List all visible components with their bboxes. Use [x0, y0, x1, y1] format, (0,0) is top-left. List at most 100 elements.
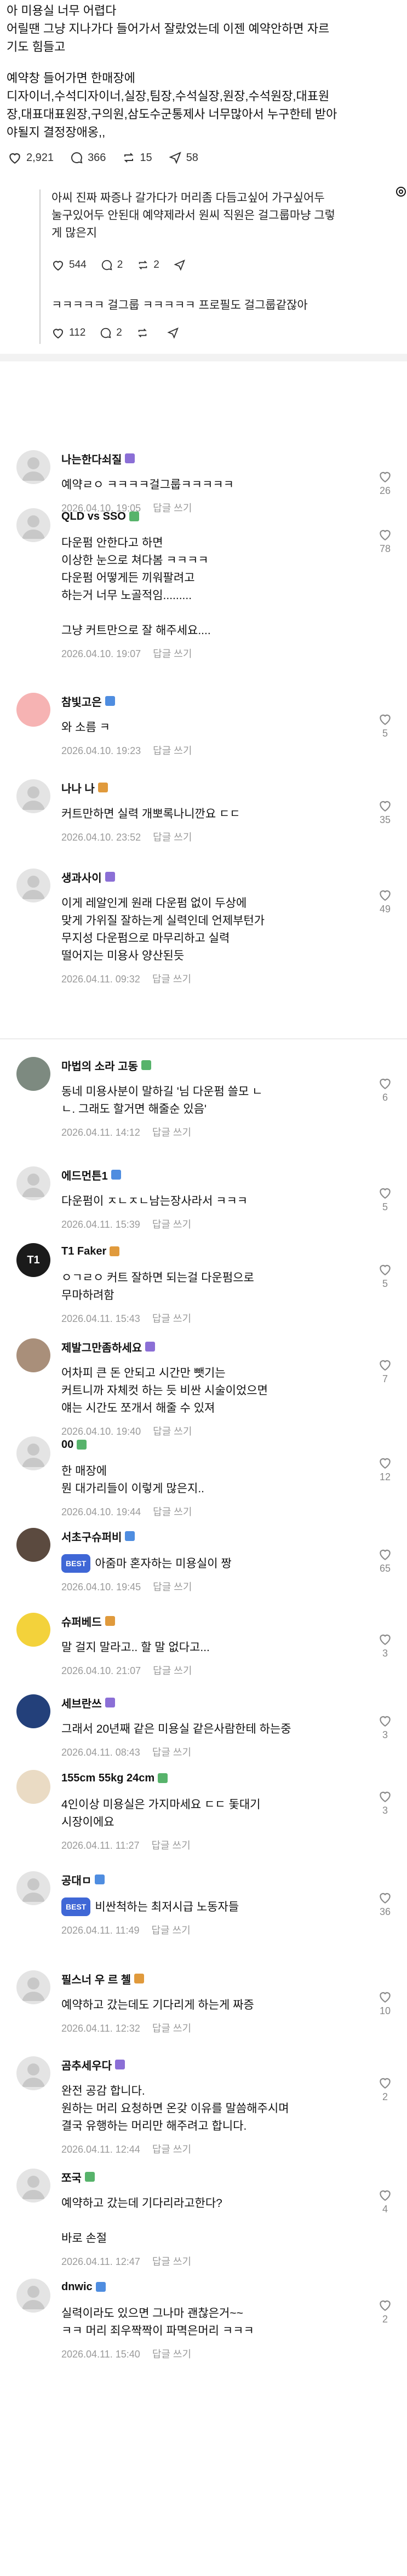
comment-timestamp: 2026.04.10. 23:52 — [61, 832, 141, 843]
reply-button[interactable]: 답글 쓰기 — [153, 648, 192, 659]
reply-button[interactable]: 답글 쓰기 — [151, 1840, 190, 1851]
comment-author[interactable]: T1 Faker — [61, 1243, 369, 1260]
comment-author[interactable]: 참빛고은 — [61, 693, 369, 709]
comment-text-line: 말 걸지 말라고.. 할 말 없다고... — [61, 1639, 369, 1657]
reply-button[interactable]: 답글 쓰기 — [153, 1582, 192, 1592]
comment-icon — [71, 152, 83, 164]
comment-author[interactable]: 서초구슈퍼비 — [61, 1528, 369, 1544]
comment-like-button[interactable]: 2 — [374, 2298, 396, 2325]
comment-like-button[interactable]: 5 — [374, 1186, 396, 1213]
comment-author[interactable]: 나는한다쇠질 — [61, 450, 369, 467]
heart-icon — [380, 472, 391, 483]
comment-like-count: 3 — [382, 1729, 388, 1740]
heart-icon — [380, 2300, 391, 2312]
quote-repost-button[interactable]: 2 — [137, 259, 159, 271]
reply-repost-button[interactable] — [136, 327, 153, 339]
comment-like-button[interactable]: 78 — [374, 528, 396, 555]
comment-like-button[interactable]: 4 — [374, 2188, 396, 2215]
reply-button[interactable]: 답글 쓰기 — [153, 1426, 192, 1437]
comment-button[interactable]: 366 — [70, 151, 106, 164]
reply-button[interactable]: 답글 쓰기 — [153, 1507, 192, 1517]
comment-text: 결국 유행하는 머리만 해주려고 합니다. — [61, 2120, 247, 2132]
comment-item: 슈퍼베드 말 걸지 말라고.. 할 말 없다고... 2026.04.10. 21:… — [0, 1613, 407, 1677]
reply-button[interactable]: 답글 쓰기 — [152, 1219, 191, 1230]
reply-comment-button[interactable]: 2 — [100, 327, 122, 339]
comment-author[interactable]: 필스너 우 르 첼 — [61, 1970, 369, 1987]
comment-like-count: 26 — [379, 485, 391, 496]
comment-timestamp: 2026.04.11. 09:32 — [61, 974, 140, 985]
best-badge: BEST — [61, 1554, 91, 1573]
reply-button[interactable]: 답글 쓰기 — [153, 1665, 192, 1676]
comment-text-line: 그냥 커트만으로 잘 해주세요.... — [61, 622, 369, 640]
comment-author[interactable]: dnwic — [61, 2279, 369, 2295]
reply-button[interactable]: 답글 쓰기 — [152, 1313, 191, 1324]
comment-like-button[interactable]: 3 — [374, 1632, 396, 1659]
reply-button[interactable]: 답글 쓰기 — [151, 1925, 190, 1936]
comment-like-button[interactable]: 6 — [374, 1077, 396, 1103]
author-name: 세브란쓰 — [61, 1698, 102, 1710]
comment-text-line: 한 매장에 — [61, 1463, 369, 1480]
reply-button[interactable]: 답글 쓰기 — [152, 2023, 191, 2034]
comment-like-button[interactable]: 26 — [374, 470, 396, 497]
comment-item: 참빛고은 와 소름 ㅋ 2026.04.10. 19:23 답글 쓰기 5 — [0, 693, 407, 757]
send-icon — [167, 327, 179, 339]
comment-author[interactable]: 곰추세우다 — [61, 2056, 369, 2073]
reply-button[interactable]: 답글 쓰기 — [152, 2349, 191, 2360]
quote-like-button[interactable]: 544 — [51, 259, 87, 271]
level-badge-icon — [111, 1170, 121, 1180]
comment-like-button[interactable]: 3 — [374, 1790, 396, 1816]
reply-button[interactable]: 답글 쓰기 — [153, 745, 192, 756]
reply-button[interactable]: 답글 쓰기 — [153, 832, 192, 843]
comment-timestamp: 2026.04.11. 15:43 — [61, 1313, 140, 1324]
reply-button[interactable]: 답글 쓰기 — [152, 974, 191, 985]
comment-like-button[interactable]: 5 — [374, 1263, 396, 1290]
comment-timestamp: 2026.04.11. 12:47 — [61, 2256, 140, 2267]
share-button[interactable]: 58 — [169, 151, 198, 164]
reply-button[interactable]: 답글 쓰기 — [152, 2256, 191, 2267]
comment-author[interactable]: 00 — [61, 1436, 369, 1453]
comment-author[interactable]: 제발그만좀하세요 — [61, 1338, 369, 1355]
comment-author[interactable]: 155cm 55kg 24cm — [61, 1770, 369, 1786]
comment-like-button[interactable]: 35 — [374, 799, 396, 826]
quoted-thread[interactable]: 아씨 진짜 짜증나 갈가다가 머리좀 다듬고싶어 가구싶어두 눌구있어두 안된대 … — [39, 187, 407, 344]
comment-text-line: 커트만하면 실력 개뽀록나니깐요 ㄷㄷ — [61, 806, 369, 823]
comment-like-button[interactable]: 49 — [374, 888, 396, 915]
comment-author[interactable]: 쪼국 — [61, 2169, 369, 2185]
reply-button[interactable]: 답글 쓰기 — [152, 1127, 191, 1138]
comment-text-line: 시장이에요 — [61, 1814, 369, 1831]
comment-author[interactable]: 생과사이 — [61, 869, 369, 885]
comment-author[interactable]: 마법의 소라 고동 — [61, 1057, 369, 1073]
comment-like-button[interactable]: 10 — [374, 1990, 396, 2017]
comment-meta: 2026.04.11. 12:32 답글 쓰기 — [61, 2021, 369, 2035]
comment-text: 시장이에요 — [61, 1816, 114, 1829]
repost-button[interactable]: 15 — [122, 151, 152, 164]
reply-share-button[interactable] — [167, 327, 184, 339]
comment-like-button[interactable]: 2 — [374, 2076, 396, 2103]
comment-like-button[interactable]: 65 — [374, 1548, 396, 1574]
comment-text: ㅋㅋ 머리 죄우짝짝이 파멱은머리 ㅋㅋㅋ — [61, 2325, 254, 2337]
comment-text-line: 뭔 대가리들이 이렇게 많은지.. — [61, 1480, 369, 1498]
quote-share-button[interactable] — [174, 259, 190, 271]
like-button[interactable]: 2,921 — [8, 151, 54, 164]
quote-comment-button[interactable]: 2 — [101, 259, 123, 271]
comment-like-button[interactable]: 3 — [374, 1714, 396, 1741]
comment-like-button[interactable]: 5 — [374, 712, 396, 739]
comment-author[interactable]: 나나 나 — [61, 779, 369, 796]
comment-author[interactable]: 공대ㅁ — [61, 1871, 369, 1888]
comment-author[interactable]: 세브란쓰 — [61, 1694, 369, 1711]
comment-like-button[interactable]: 12 — [374, 1456, 396, 1483]
reply-button[interactable]: 답글 쓰기 — [152, 2144, 191, 2155]
reply-like-button[interactable]: 112 — [51, 327, 85, 339]
comment-item: 마법의 소라 고동 동네 미용사분이 말하길 '님 다운펌 쓸모 ㄴㄴ. 그래도 … — [0, 1057, 407, 1139]
comment-text: 한 매장에 — [61, 1465, 107, 1477]
reply-button[interactable]: 답글 쓰기 — [152, 1747, 191, 1758]
comment-item: QLD vs SSO 다운펌 안한다고 하면 이상한 눈으로 쳐다봄 ㅋㅋㅋㅋ 다운펌… — [0, 508, 407, 660]
comment-item: 서초구슈퍼비 BEST 아줌마 혼자하는 미용실이 짱 2026.04.10. 19:… — [0, 1528, 407, 1594]
comment-author[interactable]: QLD vs SSO — [61, 508, 369, 525]
comment-author[interactable]: 슈퍼베드 — [61, 1613, 369, 1629]
comment-like-button[interactable]: 36 — [374, 1891, 396, 1918]
level-badge-icon — [105, 1616, 115, 1626]
comment-like-button[interactable]: 7 — [374, 1358, 396, 1385]
comment-author[interactable]: 에드먼튼1 — [61, 1166, 369, 1183]
comment-text: 커트만하면 실력 개뽀록나니깐요 ㄷㄷ — [61, 808, 240, 820]
